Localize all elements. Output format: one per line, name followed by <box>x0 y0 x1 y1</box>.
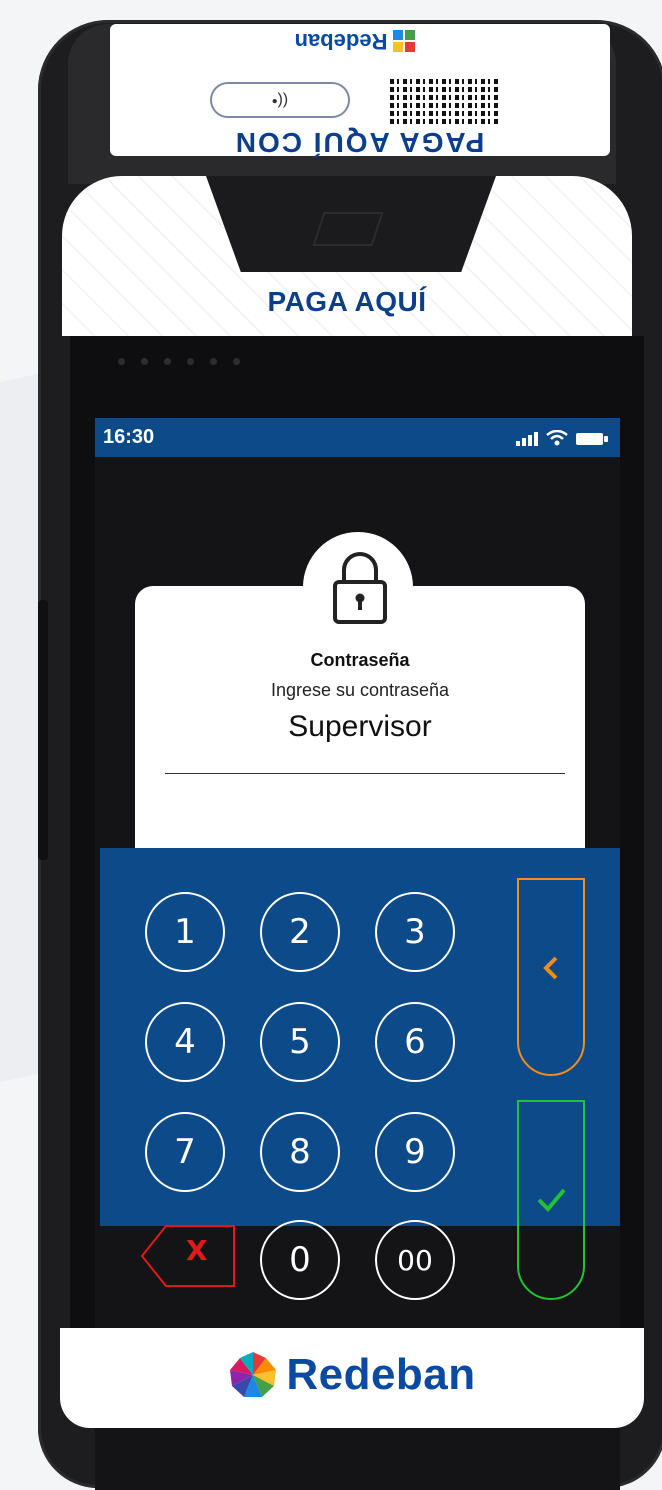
redeban-mark-icon <box>230 1352 277 1397</box>
sensor-dot <box>118 358 125 365</box>
key-00[interactable]: 00 <box>375 1220 455 1300</box>
numeric-keypad: 1 2 3 4 5 6 7 8 9 X 0 00 <box>100 848 620 1300</box>
bottom-brand-logo: Redeban <box>60 1350 644 1400</box>
paga-aqui-label: PAGA AQUÍ <box>267 286 427 317</box>
contactless-icon: ((• <box>210 82 350 118</box>
dialog-subtitle: Ingrese su contraseña <box>270 680 450 700</box>
key-0[interactable]: 0 <box>260 1220 340 1300</box>
status-time: 16:30 <box>103 426 155 448</box>
checkmark-icon <box>537 1188 566 1212</box>
sensor-dot <box>233 358 240 365</box>
password-field[interactable]: Supervisor <box>135 710 585 744</box>
key-6[interactable]: 6 <box>375 1002 455 1082</box>
clear-label: X <box>186 1234 208 1267</box>
key-4[interactable]: 4 <box>145 1002 225 1082</box>
key-7[interactable]: 7 <box>145 1112 225 1192</box>
sensor-dots <box>118 358 240 365</box>
chevron-left-icon <box>543 956 558 980</box>
redeban-mark-icon <box>393 30 416 52</box>
side-button <box>38 600 48 860</box>
lock-icon <box>333 552 387 624</box>
key-9[interactable]: 9 <box>375 1112 455 1192</box>
contactless-symbol: ((• <box>271 92 289 109</box>
key-5[interactable]: 5 <box>260 1002 340 1082</box>
confirm-button[interactable] <box>517 1100 585 1300</box>
sensor-dot <box>210 358 217 365</box>
field-underline <box>165 773 565 774</box>
status-icons <box>516 430 608 446</box>
key-2[interactable]: 2 <box>260 892 340 972</box>
sensor-dot <box>187 358 194 365</box>
status-bar: 16:30 <box>95 418 620 457</box>
qr-code-icon <box>390 76 500 124</box>
sensor-dot <box>141 358 148 365</box>
top-brand-text: Redeban <box>294 29 388 54</box>
key-8[interactable]: 8 <box>260 1112 340 1192</box>
dialog-title: Contraseña <box>310 650 410 670</box>
key-1[interactable]: 1 <box>145 892 225 972</box>
top-brand-logo: Redeban <box>210 28 500 54</box>
bottom-brand-text: Redeban <box>286 1350 476 1399</box>
top-paga-label: PAGA AQUÍ CON <box>233 127 485 158</box>
back-button[interactable] <box>517 878 585 1076</box>
battery-icon <box>576 433 608 445</box>
sensor-dot <box>164 358 171 365</box>
signal-icon <box>516 432 538 446</box>
wifi-icon <box>546 430 568 446</box>
key-3[interactable]: 3 <box>375 892 455 972</box>
card-slot <box>312 212 384 246</box>
